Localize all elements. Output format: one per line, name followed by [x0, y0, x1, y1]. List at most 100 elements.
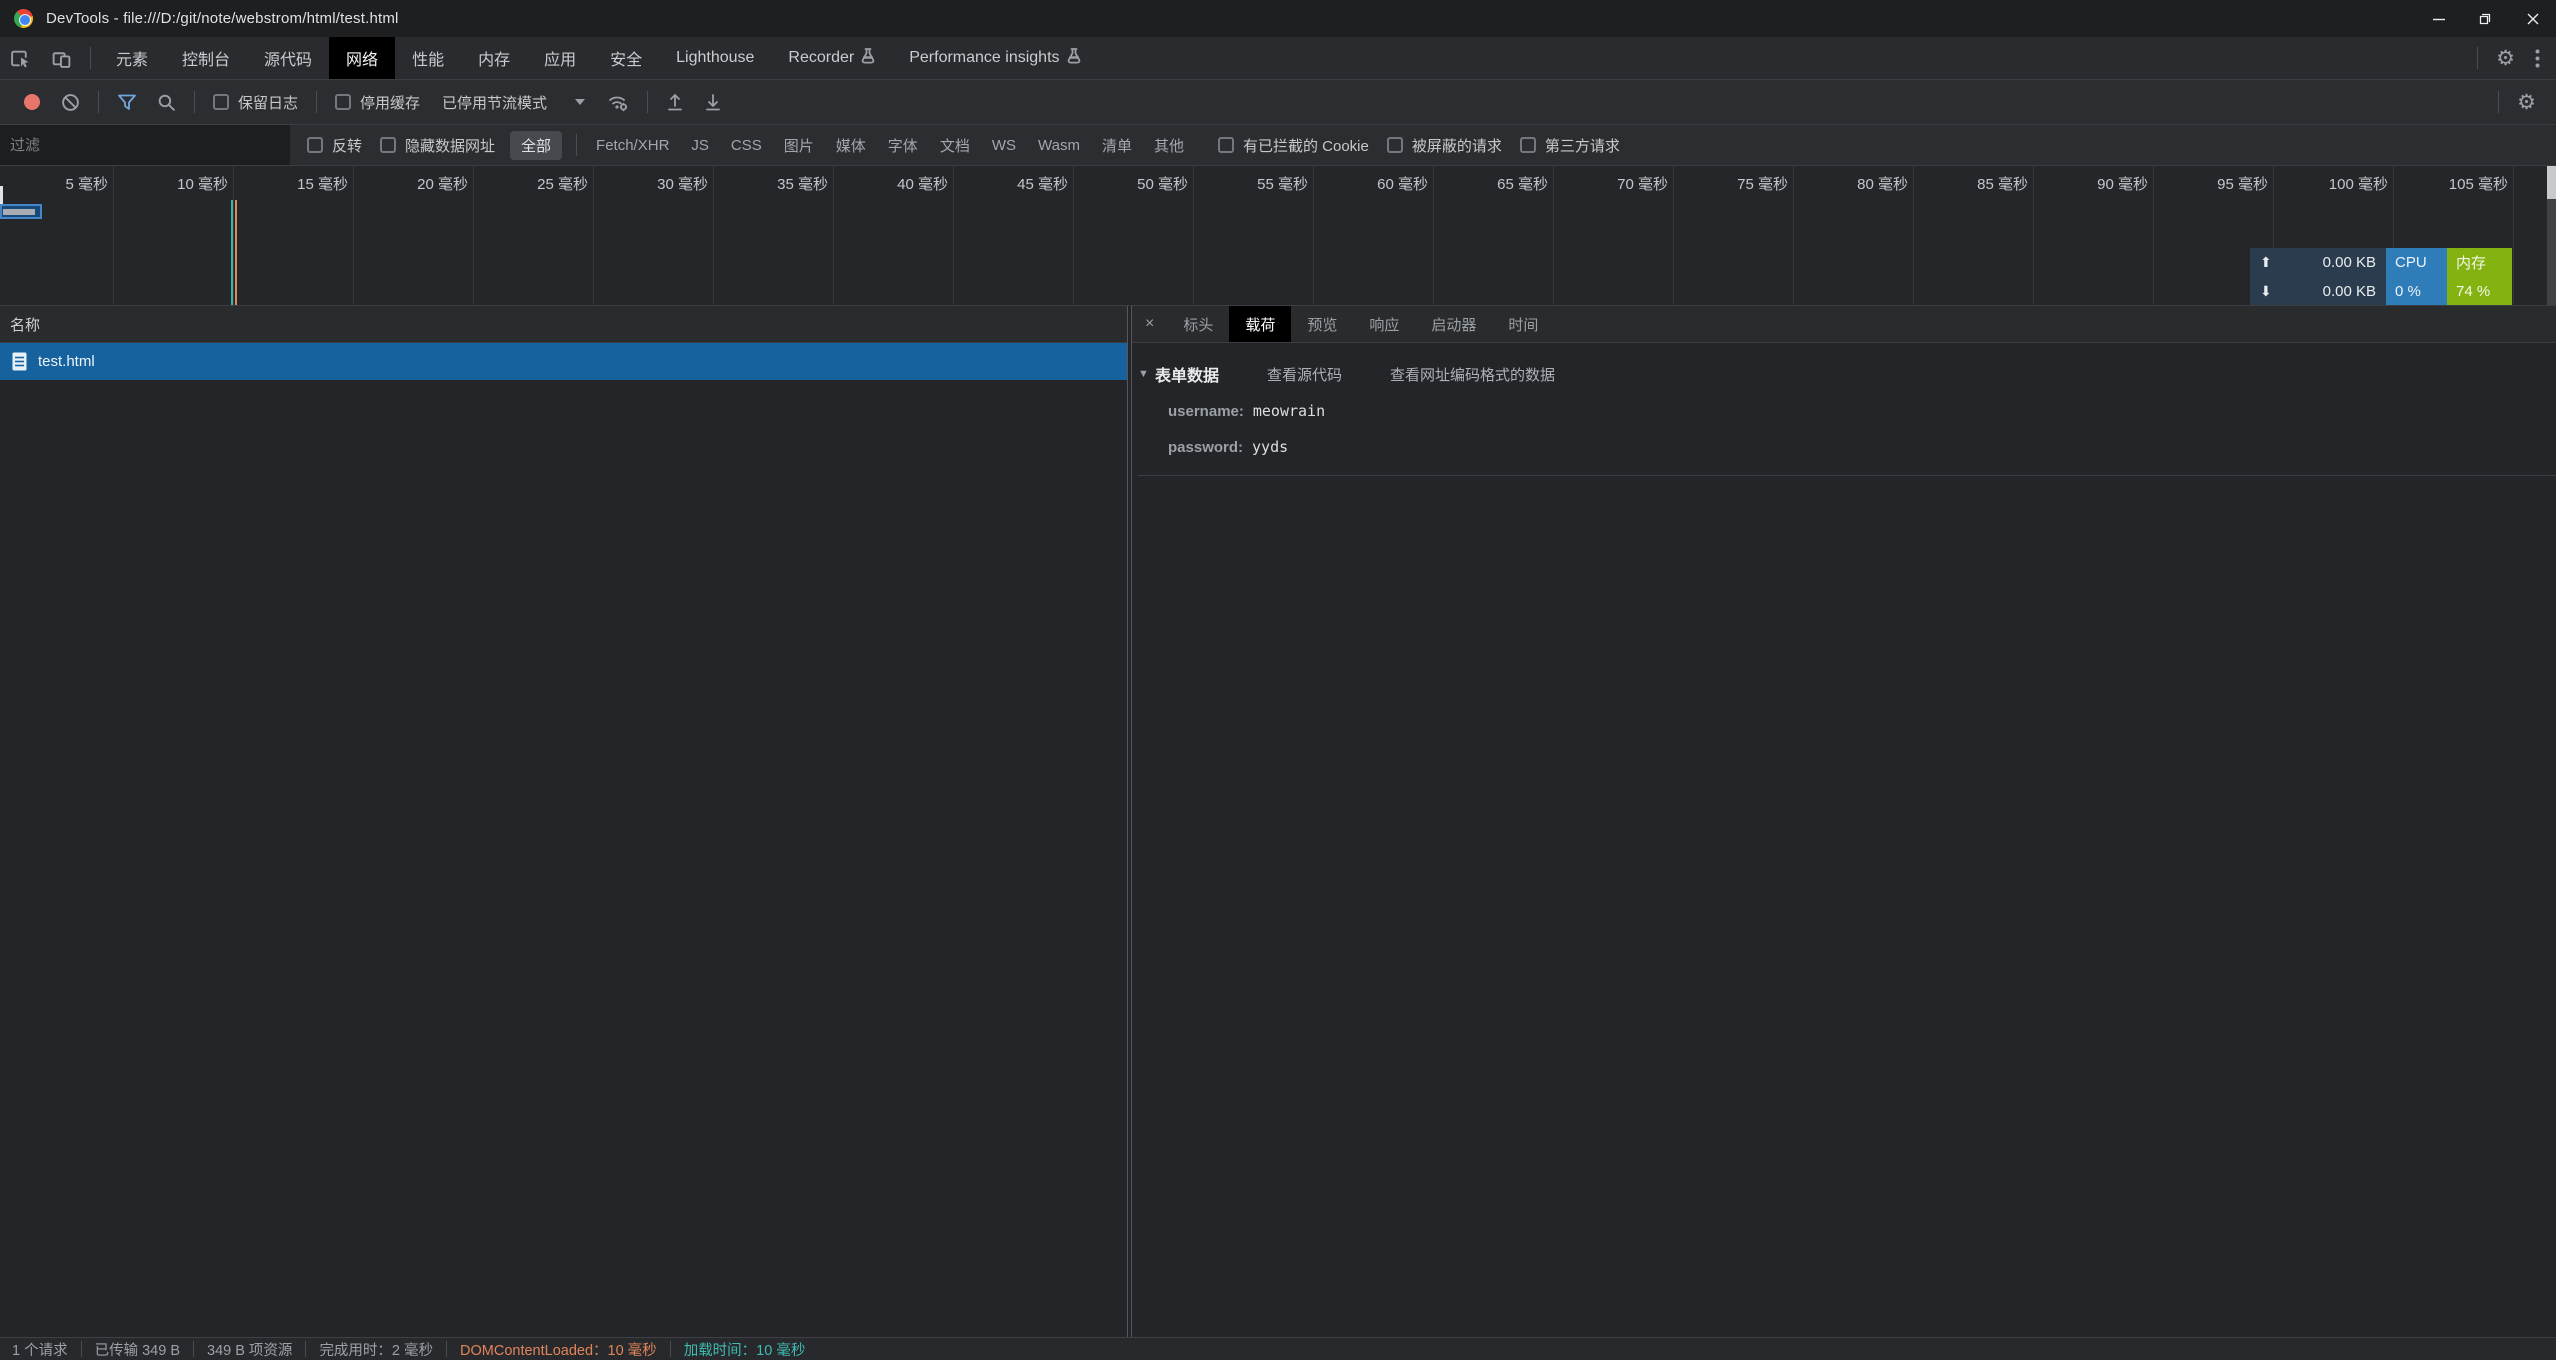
- detail-tab[interactable]: 启动器: [1415, 306, 1492, 342]
- disable-cache-label: 停用缓存: [360, 92, 420, 113]
- filter-input[interactable]: [0, 125, 290, 165]
- detail-tab[interactable]: 时间: [1492, 306, 1554, 342]
- filter-type-chip[interactable]: 清单: [1091, 135, 1143, 156]
- devtools-tab[interactable]: Performance insights: [892, 37, 1097, 79]
- view-source-link[interactable]: 查看源代码: [1267, 364, 1342, 385]
- hide-data-urls-checkbox-group[interactable]: 隐藏数据网址: [371, 135, 504, 156]
- blocked-requests-checkbox-group[interactable]: 被屏蔽的请求: [1378, 135, 1511, 156]
- hide-data-urls-checkbox[interactable]: [380, 137, 396, 153]
- timeline-tick: 45 毫秒: [954, 166, 1074, 305]
- request-waterfall-bar[interactable]: [0, 204, 42, 219]
- filter-type-chip[interactable]: 其他: [1143, 135, 1195, 156]
- minimize-button[interactable]: [2415, 0, 2462, 37]
- devtools-tab[interactable]: 性能: [395, 37, 461, 79]
- filter-type-chip[interactable]: 文档: [929, 135, 981, 156]
- request-name: test.html: [38, 353, 95, 370]
- settings-gear-icon[interactable]: ⚙: [2486, 37, 2525, 79]
- triangle-down-icon[interactable]: ▼: [1138, 368, 1155, 380]
- blocked-requests-checkbox[interactable]: [1387, 137, 1403, 153]
- filter-type-chip[interactable]: Wasm: [1027, 137, 1091, 154]
- third-party-checkbox-group[interactable]: 第三方请求: [1511, 135, 1629, 156]
- record-network-log-button[interactable]: [24, 94, 40, 110]
- close-window-button[interactable]: [2509, 0, 2556, 37]
- timeline-tick: 75 毫秒: [1674, 166, 1794, 305]
- devtools-tab[interactable]: 内存: [461, 37, 527, 79]
- tab-label: 安全: [610, 46, 642, 70]
- name-column-header[interactable]: 名称: [0, 306, 1127, 343]
- view-urlencoded-link[interactable]: 查看网址编码格式的数据: [1390, 364, 1555, 385]
- devtools-tab[interactable]: 源代码: [247, 37, 329, 79]
- filter-type-all[interactable]: 全部: [510, 131, 562, 160]
- tab-label: 控制台: [182, 46, 230, 70]
- detail-tab[interactable]: 标头: [1167, 306, 1229, 342]
- network-main-area: 名称 test.html × 标头载荷预览响应启动器: [0, 306, 2556, 1337]
- network-conditions-icon[interactable]: [597, 80, 639, 124]
- invert-checkbox[interactable]: [307, 137, 323, 153]
- request-row[interactable]: test.html: [0, 343, 1127, 380]
- devtools-tab[interactable]: 元素: [99, 37, 165, 79]
- titlebar: DevTools - file:///D:/git/note/webstrom/…: [0, 0, 2556, 37]
- filter-type-chip[interactable]: 图片: [773, 135, 825, 156]
- param-key: password:: [1168, 439, 1243, 456]
- tab-label: 性能: [412, 46, 444, 70]
- param-value: meowrain: [1253, 402, 1325, 420]
- timeline-scrollbar-thumb[interactable]: [2547, 166, 2556, 199]
- timeline-tick: 70 毫秒: [1554, 166, 1674, 305]
- detail-tab[interactable]: 载荷: [1229, 306, 1291, 342]
- restore-button[interactable]: [2462, 0, 2509, 37]
- chrome-logo-icon: [14, 9, 33, 28]
- memory-value: 74 %: [2447, 277, 2512, 306]
- throttling-select[interactable]: 已停用节流模式: [430, 92, 597, 113]
- invert-checkbox-group[interactable]: 反转: [298, 135, 371, 156]
- devtools-tab[interactable]: 安全: [593, 37, 659, 79]
- status-bar-item: DOMContentLoaded：10 毫秒: [446, 1341, 670, 1357]
- cpu-label: CPU: [2386, 248, 2447, 277]
- timeline-tick: 20 毫秒: [354, 166, 474, 305]
- experiment-flask-icon: [1067, 48, 1081, 69]
- timeline-tick: 80 毫秒: [1794, 166, 1914, 305]
- disable-cache-checkbox-group[interactable]: 停用缓存: [325, 92, 430, 113]
- filter-type-chip[interactable]: 媒体: [825, 135, 877, 156]
- timeline-tick: 5 毫秒: [0, 166, 114, 305]
- third-party-checkbox[interactable]: [1520, 137, 1536, 153]
- blocked-cookies-checkbox[interactable]: [1218, 137, 1234, 153]
- detail-tab[interactable]: 响应: [1353, 306, 1415, 342]
- preserve-log-checkbox[interactable]: [213, 94, 229, 110]
- devtools-tab[interactable]: 网络: [329, 37, 395, 79]
- hide-data-urls-label: 隐藏数据网址: [405, 135, 495, 156]
- request-waterfall-fill: [3, 209, 35, 215]
- devtools-tabbar: 元素 控制台 源代码 网络 性能 内存 应用 安全: [0, 37, 2556, 80]
- search-icon[interactable]: [147, 80, 186, 124]
- clear-network-log-icon[interactable]: [51, 80, 90, 124]
- filter-type-chip[interactable]: Fetch/XHR: [585, 137, 680, 154]
- import-har-icon[interactable]: [656, 80, 694, 124]
- payload-panel: ▼ 表单数据 查看源代码 查看网址编码格式的数据 username: meowr…: [1132, 343, 2556, 476]
- inspect-element-icon[interactable]: [0, 37, 41, 79]
- devtools-tab[interactable]: Lighthouse: [659, 37, 771, 79]
- devtools-tab[interactable]: 应用: [527, 37, 593, 79]
- divider: [2477, 47, 2478, 69]
- param-key: username:: [1168, 403, 1244, 420]
- filter-type-chip[interactable]: WS: [981, 137, 1027, 154]
- devtools-tab[interactable]: Recorder: [771, 37, 892, 79]
- filter-type-chip[interactable]: CSS: [720, 137, 773, 154]
- disable-cache-checkbox[interactable]: [335, 94, 351, 110]
- timeline-tick: 25 毫秒: [474, 166, 594, 305]
- filter-funnel-icon[interactable]: [107, 80, 147, 124]
- export-har-icon[interactable]: [694, 80, 732, 124]
- device-toolbar-icon[interactable]: [41, 37, 82, 79]
- network-overview-timeline: 5 毫秒10 毫秒15 毫秒20 毫秒25 毫秒30 毫秒35 毫秒40 毫秒4…: [0, 166, 2556, 306]
- close-detail-icon[interactable]: ×: [1132, 306, 1167, 342]
- devtools-tab[interactable]: 控制台: [165, 37, 247, 79]
- filter-type-chip[interactable]: 字体: [877, 135, 929, 156]
- network-settings-gear-icon[interactable]: ⚙: [2507, 80, 2546, 124]
- kebab-menu-icon[interactable]: [2525, 37, 2556, 79]
- timeline-scrollbar[interactable]: [2547, 166, 2556, 306]
- form-data-title: 表单数据: [1155, 362, 1219, 386]
- detail-tab[interactable]: 预览: [1291, 306, 1353, 342]
- filter-type-chip[interactable]: JS: [680, 137, 720, 154]
- blocked-cookies-checkbox-group[interactable]: 有已拦截的 Cookie: [1209, 135, 1378, 156]
- timeline-ticks: 5 毫秒10 毫秒15 毫秒20 毫秒25 毫秒30 毫秒35 毫秒40 毫秒4…: [0, 166, 2556, 305]
- preserve-log-checkbox-group[interactable]: 保留日志: [203, 92, 308, 113]
- form-data-section-header: ▼ 表单数据 查看源代码 查看网址编码格式的数据: [1138, 358, 2556, 390]
